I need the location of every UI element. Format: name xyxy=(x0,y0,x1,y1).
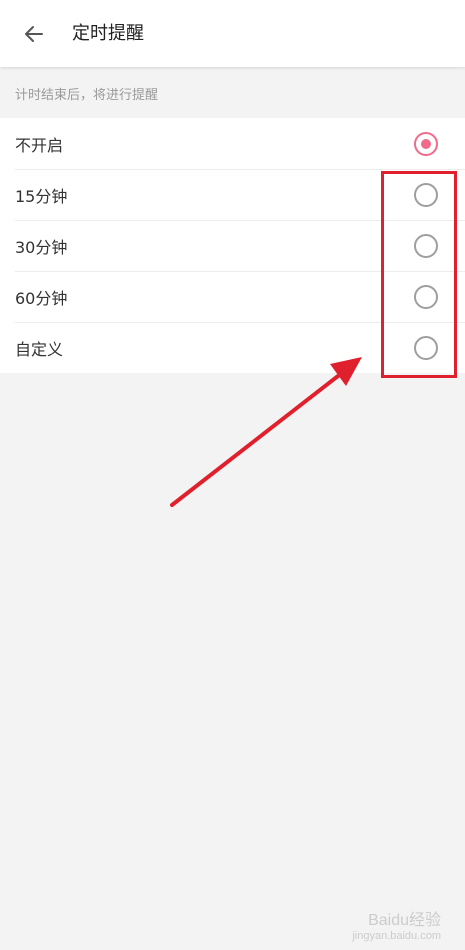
option-label: 不开启 xyxy=(15,135,64,155)
option-label: 30分钟 xyxy=(15,237,68,257)
radio-button[interactable] xyxy=(414,233,438,258)
option-30-min[interactable]: 30分钟 xyxy=(0,220,465,271)
radio-button[interactable] xyxy=(414,335,438,360)
reminder-option-list: 不开启 15分钟 30分钟 60分钟 自定义 xyxy=(0,118,465,373)
watermark-logo: Baidu经验 xyxy=(368,912,441,929)
watermark-url: jingyan.baidu.com xyxy=(352,930,441,942)
option-label: 15分钟 xyxy=(15,186,68,206)
option-15-min[interactable]: 15分钟 xyxy=(0,169,465,220)
option-off[interactable]: 不开启 xyxy=(0,118,465,169)
back-button[interactable] xyxy=(18,18,50,50)
option-label: 自定义 xyxy=(15,339,64,359)
section-hint: 计时结束后，将进行提醒 xyxy=(15,88,159,103)
watermark: Baidu经验 jingyan.baidu.com xyxy=(352,906,441,942)
page-title: 定时提醒 xyxy=(72,23,144,44)
arrow-left-icon xyxy=(25,26,43,42)
option-60-min[interactable]: 60分钟 xyxy=(0,271,465,322)
radio-button[interactable] xyxy=(414,182,438,207)
radio-button[interactable] xyxy=(414,284,438,309)
radio-button-selected[interactable] xyxy=(414,131,438,156)
option-custom[interactable]: 自定义 xyxy=(0,322,465,373)
option-label: 60分钟 xyxy=(15,288,68,308)
app-header: 定时提醒 xyxy=(0,0,465,67)
